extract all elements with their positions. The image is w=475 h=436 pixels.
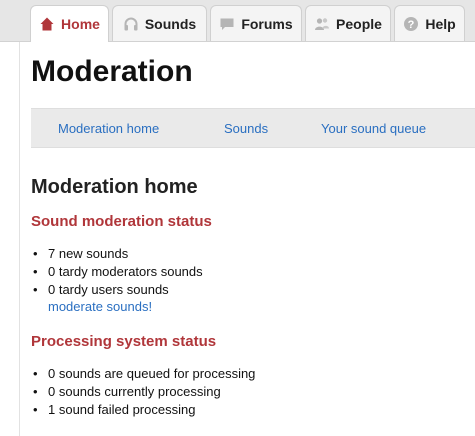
tab-label: People — [336, 15, 382, 32]
page-title: Moderation — [31, 55, 193, 88]
processing-status-list: • 0 sounds are queued for processing • 0 s… — [31, 365, 255, 419]
tab-label: Forums — [241, 15, 293, 32]
processing-status-heading: Processing system status — [31, 333, 217, 350]
list-item: • 0 sounds currently processing — [33, 384, 221, 399]
content-left-border — [19, 42, 20, 436]
list-item: • 0 tardy moderators sounds — [33, 264, 203, 279]
subnav-sound-queue[interactable]: Your sound queue — [321, 121, 426, 136]
list-item: • 0 sounds are queued for processing — [33, 366, 256, 381]
sound-status-list: • 7 new sounds • 0 tardy moderators sounds… — [31, 245, 203, 299]
moderate-sounds-link[interactable]: moderate sounds! — [48, 299, 152, 314]
people-icon — [314, 16, 330, 32]
list-item: • 1 sound failed processing — [33, 402, 196, 417]
list-item: • 0 tardy users sounds — [33, 282, 169, 297]
headphones-icon — [123, 16, 139, 32]
help-icon: ? — [403, 16, 419, 32]
chat-icon — [219, 16, 235, 32]
section-heading: Moderation home — [31, 176, 198, 198]
tab-home[interactable]: Home — [30, 5, 109, 42]
list-item: • 7 new sounds — [33, 246, 129, 261]
tab-help[interactable]: ? Help — [394, 5, 465, 41]
tab-forums[interactable]: Forums — [210, 5, 302, 41]
tab-label: Sounds — [144, 15, 197, 32]
tab-people[interactable]: People — [305, 5, 391, 41]
sound-moderation-status-heading: Sound moderation status — [31, 213, 212, 230]
sub-navigation: Moderation home Sounds Your sound queue — [31, 108, 475, 148]
top-nav-bar: Home Sounds Forums People ? Help — [0, 0, 475, 42]
home-icon — [39, 16, 55, 32]
subnav-moderation-home[interactable]: Moderation home — [58, 121, 159, 136]
tab-label: Help — [425, 15, 456, 32]
tab-label: Home — [61, 16, 100, 32]
tab-sounds[interactable]: Sounds — [112, 5, 207, 41]
svg-text:?: ? — [408, 19, 415, 31]
subnav-sounds[interactable]: Sounds — [224, 121, 268, 136]
